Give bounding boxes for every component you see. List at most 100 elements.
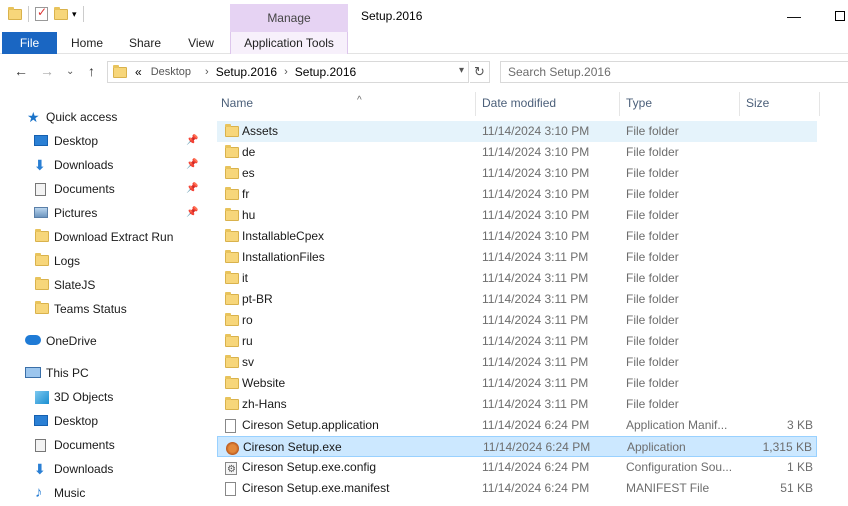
forward-button[interactable]: → — [40, 63, 54, 79]
new-folder-icon[interactable] — [54, 6, 68, 20]
folder-icon — [225, 292, 239, 305]
properties-icon[interactable] — [35, 5, 48, 21]
column-header-size[interactable]: Size — [746, 88, 816, 118]
sidebar-item-pictures[interactable]: Pictures 📌 — [0, 202, 205, 224]
up-button[interactable]: ↑ — [88, 63, 95, 79]
file-row[interactable]: Assets 11/14/2024 3:10 PM File folder — [217, 121, 817, 142]
sidebar-item-label: Documents — [54, 438, 115, 452]
file-type: Application — [627, 440, 686, 454]
sidebar-item-quick-access[interactable]: ★ Quick access — [0, 106, 205, 128]
sidebar-item-music[interactable]: ♪ Music — [0, 482, 205, 504]
column-header-type[interactable]: Type — [626, 88, 736, 118]
search-input[interactable]: Search Setup.2016 — [500, 61, 848, 83]
sidebar-item-logs[interactable]: Logs — [0, 250, 205, 272]
sidebar-item-desktop[interactable]: Desktop 📌 — [0, 130, 205, 152]
file-date: 11/14/2024 3:10 PM — [482, 208, 590, 222]
folder-icon — [225, 397, 239, 410]
breadcrumb-separator-icon[interactable]: › — [205, 66, 209, 78]
file-type: File folder — [626, 124, 679, 138]
file-row[interactable]: it 11/14/2024 3:11 PM File folder — [217, 268, 817, 289]
sidebar-item-download-extract-run[interactable]: Download Extract Run — [0, 226, 205, 248]
address-bar[interactable]: « Desktop › Setup.2016 › Setup.2016 ▾ — [107, 61, 469, 83]
tab-home[interactable]: Home — [66, 32, 108, 54]
column-header-date[interactable]: Date modified — [482, 88, 620, 118]
file-row[interactable]: Website 11/14/2024 3:11 PM File folder — [217, 373, 817, 394]
file-date: 11/14/2024 6:24 PM — [482, 418, 590, 432]
column-divider[interactable] — [739, 92, 740, 116]
file-row[interactable]: InstallationFiles 11/14/2024 3:11 PM File … — [217, 247, 817, 268]
sidebar-item-3d-objects[interactable]: 3D Objects — [0, 386, 205, 408]
sidebar-item-teams-status[interactable]: Teams Status — [0, 298, 205, 320]
file-row[interactable]: ro 11/14/2024 3:11 PM File folder — [217, 310, 817, 331]
file-row[interactable]: zh-Hans 11/14/2024 3:11 PM File folder — [217, 394, 817, 415]
pin-icon[interactable]: 📌 — [186, 130, 198, 152]
breadcrumb-crumb[interactable]: Desktop — [151, 66, 191, 78]
folder-icon — [225, 145, 239, 158]
file-row[interactable]: Cireson Setup.exe 11/14/2024 6:24 PM Appli… — [217, 436, 817, 457]
recent-locations-chevron-icon[interactable]: ⌄ — [66, 66, 74, 77]
folder-icon — [8, 6, 22, 20]
tab-file[interactable]: File — [2, 32, 57, 54]
sidebar-item-downloads[interactable]: ⬇ Downloads 📌 — [0, 154, 205, 176]
address-row: ← → ⌄ ↑ « Desktop › Setup.2016 › Setup.2… — [0, 55, 848, 88]
pin-icon[interactable]: 📌 — [186, 178, 198, 200]
sidebar-item-onedrive[interactable]: OneDrive — [0, 330, 205, 352]
customize-toolbar-chevron-icon[interactable]: ▾ — [72, 9, 77, 20]
file-row[interactable]: Cireson Setup.exe.manifest 11/14/2024 6:2… — [217, 478, 817, 499]
breadcrumb-separator-icon[interactable]: › — [284, 66, 288, 78]
file-row[interactable]: de 11/14/2024 3:10 PM File folder — [217, 142, 817, 163]
tab-manage[interactable]: Manage — [230, 4, 348, 32]
file-type: Configuration Sou... — [626, 460, 733, 474]
file-row[interactable]: es 11/14/2024 3:10 PM File folder — [217, 163, 817, 184]
file-row[interactable]: Cireson Setup.application 11/14/2024 6:24… — [217, 415, 817, 436]
sidebar-item-label: Pictures — [54, 206, 98, 220]
breadcrumb-crumb[interactable]: Setup.2016 — [295, 65, 356, 79]
file-date: 11/14/2024 3:11 PM — [482, 334, 589, 348]
file-row[interactable]: hu 11/14/2024 3:10 PM File folder — [217, 205, 817, 226]
file-row[interactable]: ru 11/14/2024 3:11 PM File folder — [217, 331, 817, 352]
tab-view[interactable]: View — [182, 32, 220, 54]
document-icon — [35, 439, 46, 452]
file-row[interactable]: sv 11/14/2024 3:11 PM File folder — [217, 352, 817, 373]
folder-icon — [225, 250, 239, 263]
sidebar-item-slatejs[interactable]: SlateJS — [0, 274, 205, 296]
file-icon — [225, 482, 236, 496]
folder-icon — [225, 313, 239, 326]
file-row[interactable]: pt-BR 11/14/2024 3:11 PM File folder — [217, 289, 817, 310]
sidebar-item-desktop[interactable]: Desktop — [0, 410, 205, 432]
sidebar-item-documents[interactable]: Documents 📌 — [0, 178, 205, 200]
column-divider[interactable] — [619, 92, 620, 116]
address-dropdown-chevron-icon[interactable]: ▾ — [459, 65, 464, 76]
breadcrumb-crumb[interactable]: Setup.2016 — [216, 65, 277, 79]
pin-icon[interactable]: 📌 — [186, 202, 198, 224]
column-divider[interactable] — [819, 92, 820, 116]
file-row[interactable]: fr 11/14/2024 3:10 PM File folder — [217, 184, 817, 205]
folder-icon — [225, 166, 239, 179]
folder-icon — [35, 229, 49, 242]
sidebar-item-this-pc[interactable]: This PC — [0, 362, 205, 384]
file-type: File folder — [626, 208, 679, 222]
file-type: File folder — [626, 187, 679, 201]
file-date: 11/14/2024 3:11 PM — [482, 397, 589, 411]
sidebar-item-downloads[interactable]: ⬇ Downloads — [0, 458, 205, 480]
refresh-button[interactable]: ↻ — [470, 61, 490, 83]
file-type: Application Manif... — [626, 418, 728, 432]
file-date: 11/14/2024 6:24 PM — [482, 460, 590, 474]
folder-icon — [113, 64, 127, 78]
maximize-button[interactable] — [830, 6, 848, 26]
navigation-pane: ★ Quick access Desktop 📌 ⬇ Downloads 📌 D… — [0, 96, 205, 506]
minimize-button[interactable]: — — [784, 6, 804, 26]
sidebar-item-documents[interactable]: Documents — [0, 434, 205, 456]
tab-application-tools[interactable]: Application Tools — [230, 32, 348, 54]
sidebar-item-label: Downloads — [54, 462, 114, 476]
file-row[interactable]: Cireson Setup.exe.config 11/14/2024 6:24 … — [217, 457, 817, 480]
back-button[interactable]: ← — [14, 63, 28, 79]
column-header-name[interactable]: Name ^ — [221, 88, 471, 118]
pin-icon[interactable]: 📌 — [186, 154, 198, 176]
divider — [28, 6, 29, 22]
breadcrumb-overflow[interactable]: « — [135, 65, 142, 79]
column-divider[interactable] — [475, 92, 476, 116]
file-row[interactable]: InstallableCpex 11/14/2024 3:10 PM File fo… — [217, 226, 817, 247]
file-date: 11/14/2024 3:11 PM — [482, 376, 589, 390]
tab-share[interactable]: Share — [124, 32, 166, 54]
